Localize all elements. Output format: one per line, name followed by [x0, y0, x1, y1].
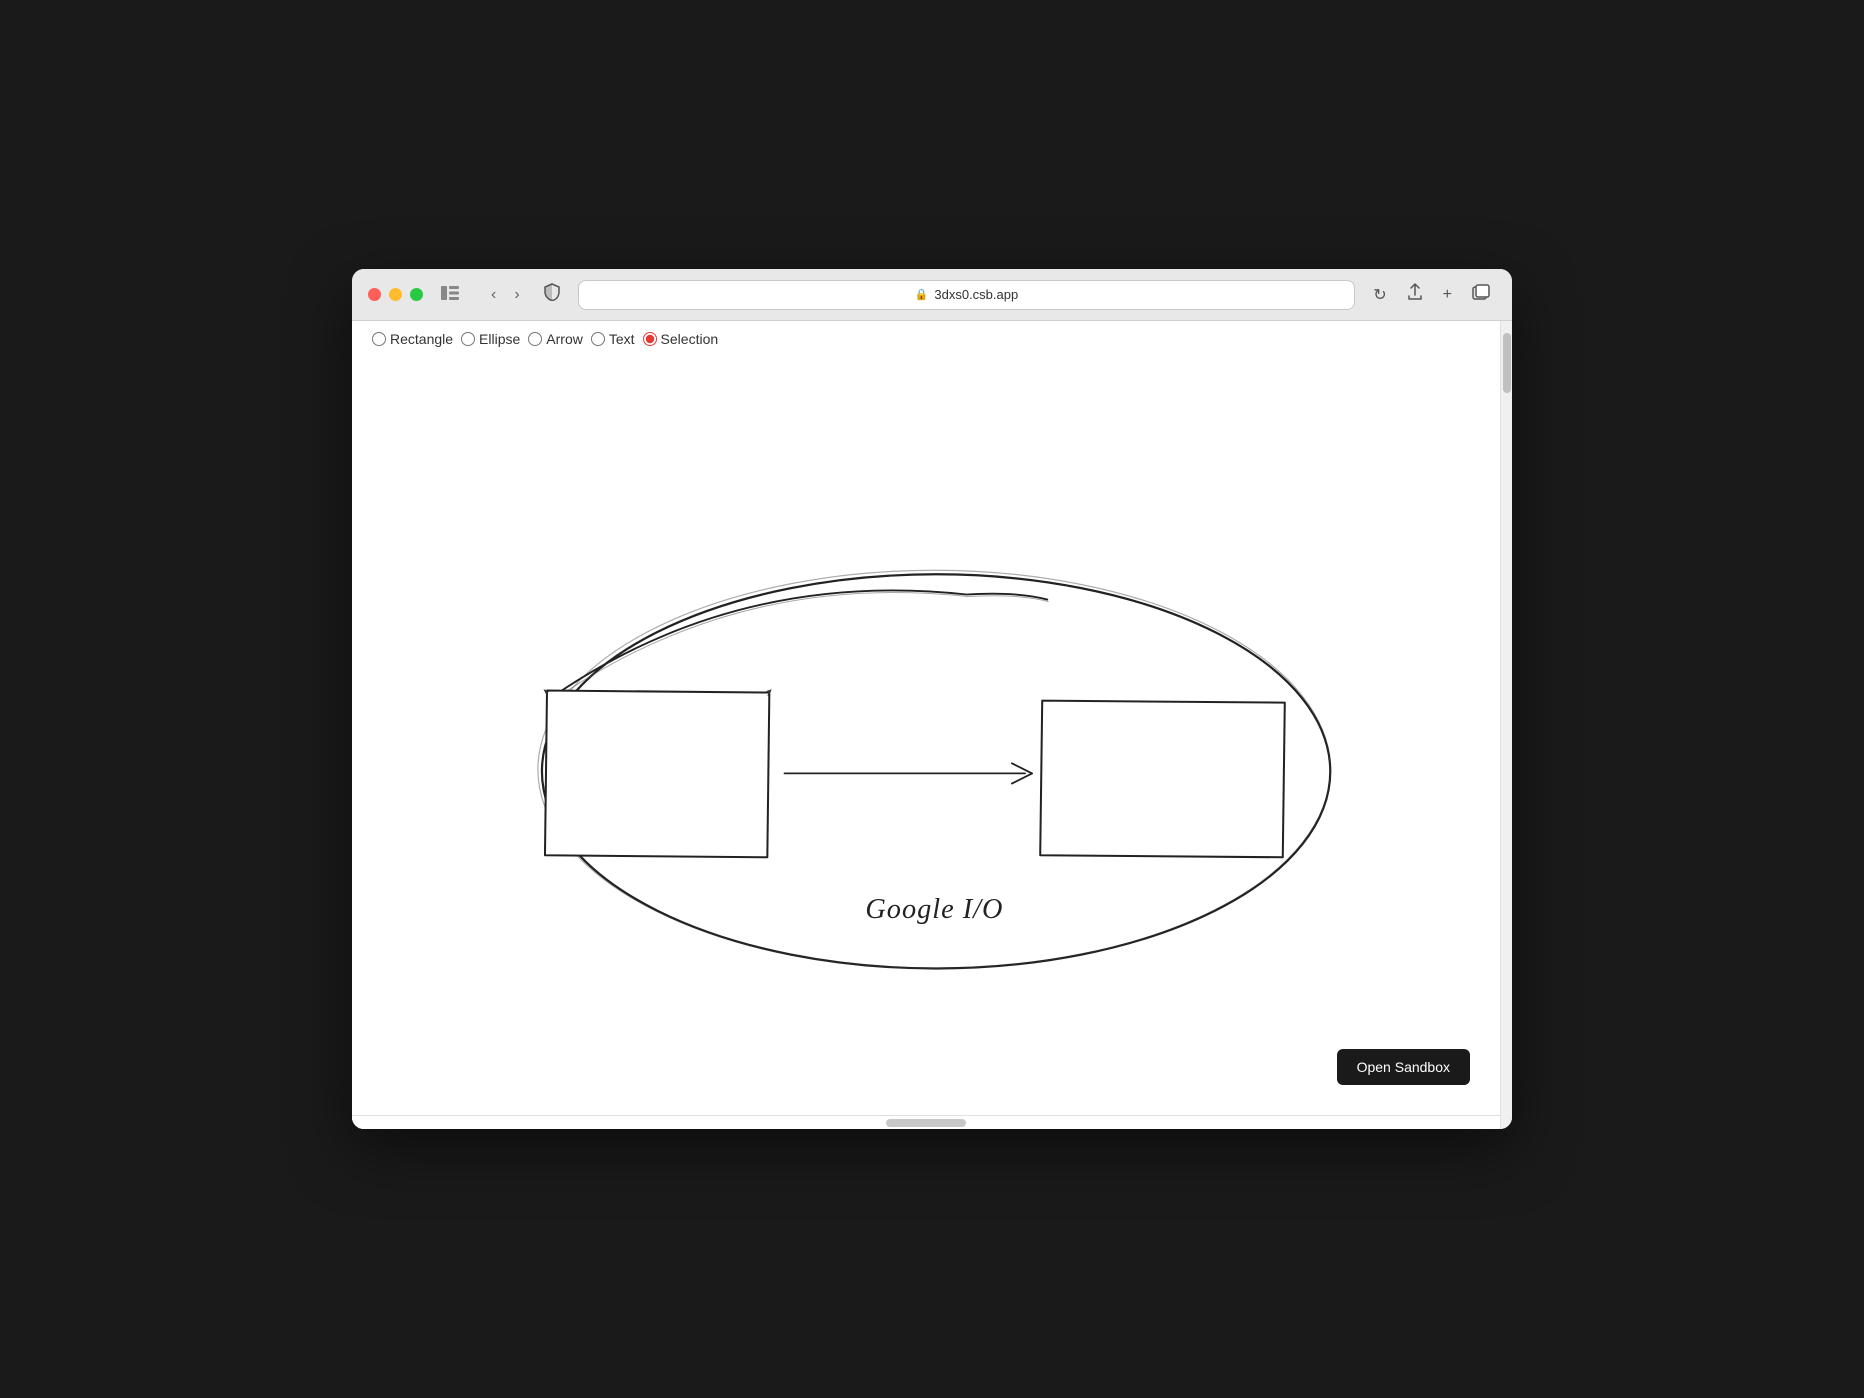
nav-buttons: ‹ › — [485, 282, 526, 308]
canvas-area[interactable]: Google I/O Open Sandbox — [352, 357, 1500, 1115]
tool-text-radio[interactable] — [591, 332, 605, 346]
tool-text-label: Text — [609, 331, 635, 347]
vertical-scrollbar[interactable] — [1500, 321, 1512, 1129]
tool-arrow[interactable]: Arrow — [528, 331, 583, 347]
page-content: Rectangle Ellipse Arrow Text Selection — [352, 321, 1500, 1129]
back-button[interactable]: ‹ — [485, 282, 502, 308]
tabs-button[interactable] — [1466, 280, 1496, 309]
new-tab-button[interactable]: + — [1437, 282, 1458, 308]
open-sandbox-button[interactable]: Open Sandbox — [1337, 1049, 1470, 1085]
tool-selection-radio[interactable] — [643, 332, 657, 346]
tool-text[interactable]: Text — [591, 331, 635, 347]
traffic-lights — [368, 288, 423, 301]
tool-arrow-label: Arrow — [546, 331, 583, 347]
drawing-canvas[interactable]: Google I/O — [352, 357, 1500, 1115]
tool-arrow-radio[interactable] — [528, 332, 542, 346]
forward-button[interactable]: › — [508, 282, 525, 308]
browser-window: ‹ › 🔒 3dxs0.csb.app ↻ + — [352, 269, 1512, 1129]
tool-ellipse-radio[interactable] — [461, 332, 475, 346]
minimize-button[interactable] — [389, 288, 402, 301]
browser-content: Rectangle Ellipse Arrow Text Selection — [352, 321, 1512, 1129]
reload-button[interactable]: ↻ — [1367, 281, 1392, 309]
bottom-scrollbar[interactable] — [352, 1115, 1500, 1129]
shield-icon — [538, 279, 566, 310]
close-button[interactable] — [368, 288, 381, 301]
drawing-toolbar: Rectangle Ellipse Arrow Text Selection — [352, 321, 1500, 357]
url-text: 3dxs0.csb.app — [934, 287, 1018, 302]
maximize-button[interactable] — [410, 288, 423, 301]
tool-selection-label: Selection — [661, 331, 719, 347]
tool-ellipse[interactable]: Ellipse — [461, 331, 520, 347]
tool-rectangle[interactable]: Rectangle — [372, 331, 453, 347]
tool-rectangle-radio[interactable] — [372, 332, 386, 346]
canvas-annotation-text: Google I/O — [865, 894, 1003, 925]
tool-ellipse-label: Ellipse — [479, 331, 520, 347]
tool-rectangle-label: Rectangle — [390, 331, 453, 347]
toolbar-right: ↻ + — [1367, 279, 1496, 310]
title-bar: ‹ › 🔒 3dxs0.csb.app ↻ + — [352, 269, 1512, 321]
share-button[interactable] — [1401, 279, 1429, 310]
tool-selection[interactable]: Selection — [643, 331, 719, 347]
lock-icon: 🔒 — [915, 288, 929, 301]
sidebar-toggle-button[interactable] — [435, 282, 465, 307]
vertical-scrollbar-thumb[interactable] — [1503, 333, 1511, 393]
horizontal-scrollbar-thumb[interactable] — [886, 1119, 966, 1127]
address-bar[interactable]: 🔒 3dxs0.csb.app — [578, 280, 1356, 310]
